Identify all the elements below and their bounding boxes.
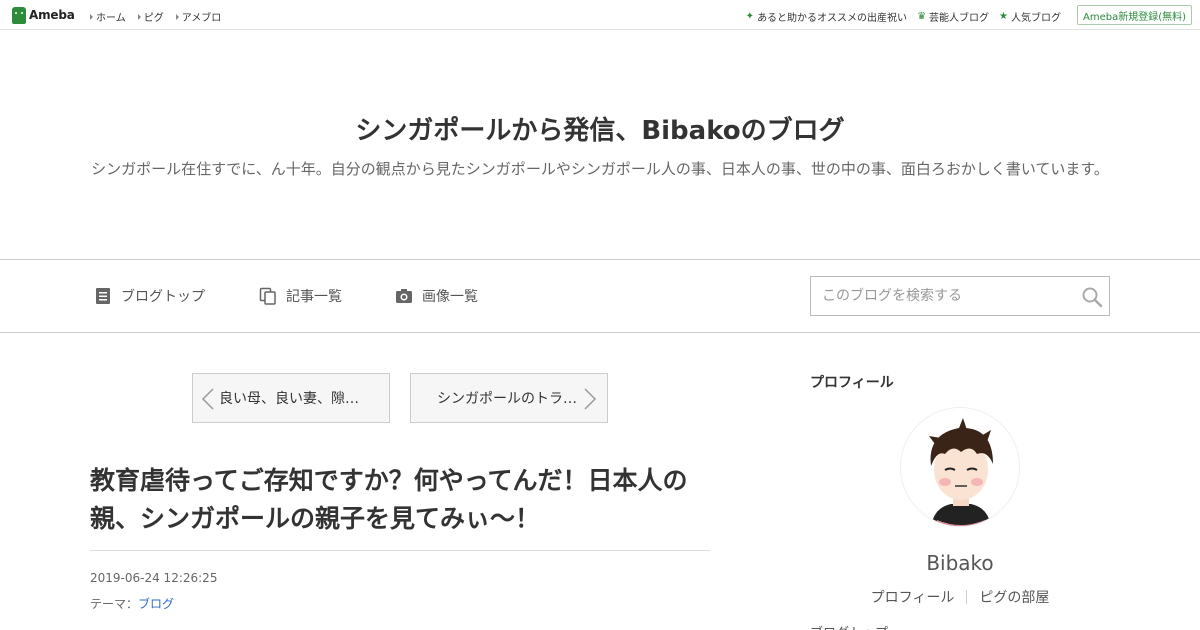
avatar[interactable] bbox=[900, 407, 1020, 527]
prev-entry-button[interactable]: 良い母、良い妻、隙… bbox=[192, 373, 390, 423]
next-entry-label: シンガポールのトラ… bbox=[437, 391, 577, 407]
global-nav-ameblo[interactable]: アメブロ bbox=[175, 9, 221, 24]
title-divider bbox=[90, 550, 710, 551]
sidebar-next-heading: ブログトップ bbox=[810, 622, 890, 630]
entry-date: 2019-06-24 12:26:25 bbox=[90, 571, 218, 585]
entry-theme-label: テーマ： bbox=[90, 597, 139, 611]
ameba-logo-text: Ameba bbox=[29, 8, 75, 22]
caret-right-icon bbox=[175, 13, 179, 20]
ameba-logo[interactable]: Ameba bbox=[12, 6, 75, 24]
camera-icon bbox=[396, 289, 412, 303]
profile-links: プロフィール ピグの部屋 bbox=[810, 587, 1110, 607]
blog-title[interactable]: シンガポールから発信、Bibakoのブログ bbox=[0, 110, 1200, 147]
nav-image-list-label: 画像一覧 bbox=[422, 289, 478, 305]
global-nav: ホーム ピグ アメブロ bbox=[90, 9, 221, 24]
profile-name[interactable]: Bibako bbox=[810, 551, 1110, 575]
avatar-image bbox=[901, 408, 1019, 526]
copy-icon bbox=[259, 287, 276, 305]
global-nav-pigg[interactable]: ピグ bbox=[137, 9, 164, 24]
link-popular-blog[interactable]: ★ 人気ブログ bbox=[999, 9, 1061, 24]
global-nav-home[interactable]: ホーム bbox=[90, 9, 126, 24]
document-icon bbox=[96, 288, 110, 304]
top-bar: Ameba ホーム ピグ アメブロ ✦ あると助かるオススメの出産祝い ♛ 芸能人ブ… bbox=[0, 0, 1200, 30]
profile-link[interactable]: プロフィール bbox=[871, 587, 955, 607]
nav-entry-list[interactable]: 記事一覧 bbox=[259, 286, 342, 306]
chevron-left-icon bbox=[201, 388, 214, 410]
link-birth-gift[interactable]: ✦ あると助かるオススメの出産祝い bbox=[746, 9, 907, 24]
star-icon: ★ bbox=[999, 10, 1008, 22]
caret-right-icon bbox=[137, 13, 141, 20]
sparkle-icon: ✦ bbox=[745, 10, 755, 22]
caret-right-icon bbox=[90, 13, 93, 20]
entry-theme: テーマ：ブログ bbox=[90, 595, 174, 612]
prev-entry-label: 良い母、良い妻、隙… bbox=[219, 391, 359, 407]
blog-search-input[interactable] bbox=[812, 278, 1072, 314]
crown-icon: ♛ bbox=[917, 10, 927, 22]
profile-heading: プロフィール bbox=[810, 375, 894, 391]
link-separator bbox=[966, 590, 968, 604]
blog-search bbox=[810, 276, 1110, 316]
pigg-room-link[interactable]: ピグの部屋 bbox=[979, 587, 1049, 607]
ameba-logo-icon bbox=[12, 6, 26, 24]
entry-title[interactable]: 教育虐待ってご存知ですか？何やってんだ！日本人の親、シンガポールの親子を見てみぃ… bbox=[90, 462, 710, 538]
next-entry-button[interactable]: シンガポールのトラ… bbox=[410, 373, 608, 423]
blog-description: シンガポール在住すでに、ん十年。自分の観点から見たシンガポールやシンガポール人の… bbox=[91, 160, 1109, 178]
nav-blog-top[interactable]: ブログトップ bbox=[94, 286, 205, 306]
search-icon[interactable] bbox=[1081, 286, 1103, 308]
nav-blog-top-label: ブログトップ bbox=[121, 289, 205, 305]
entry-theme-link[interactable]: ブログ bbox=[138, 597, 174, 611]
chevron-right-icon bbox=[584, 388, 597, 410]
nav-entry-list-label: 記事一覧 bbox=[286, 289, 342, 305]
register-button[interactable]: Ameba新規登録(無料) bbox=[1077, 5, 1192, 25]
blog-nav-bar: ブログトップ 記事一覧 画像一覧 bbox=[0, 259, 1200, 333]
nav-image-list[interactable]: 画像一覧 bbox=[395, 286, 478, 306]
top-right-links: ✦ あると助かるオススメの出産祝い ♛ 芸能人ブログ ★ 人気ブログ bbox=[746, 9, 1061, 24]
link-celebrity-blog[interactable]: ♛ 芸能人ブログ bbox=[917, 9, 989, 24]
